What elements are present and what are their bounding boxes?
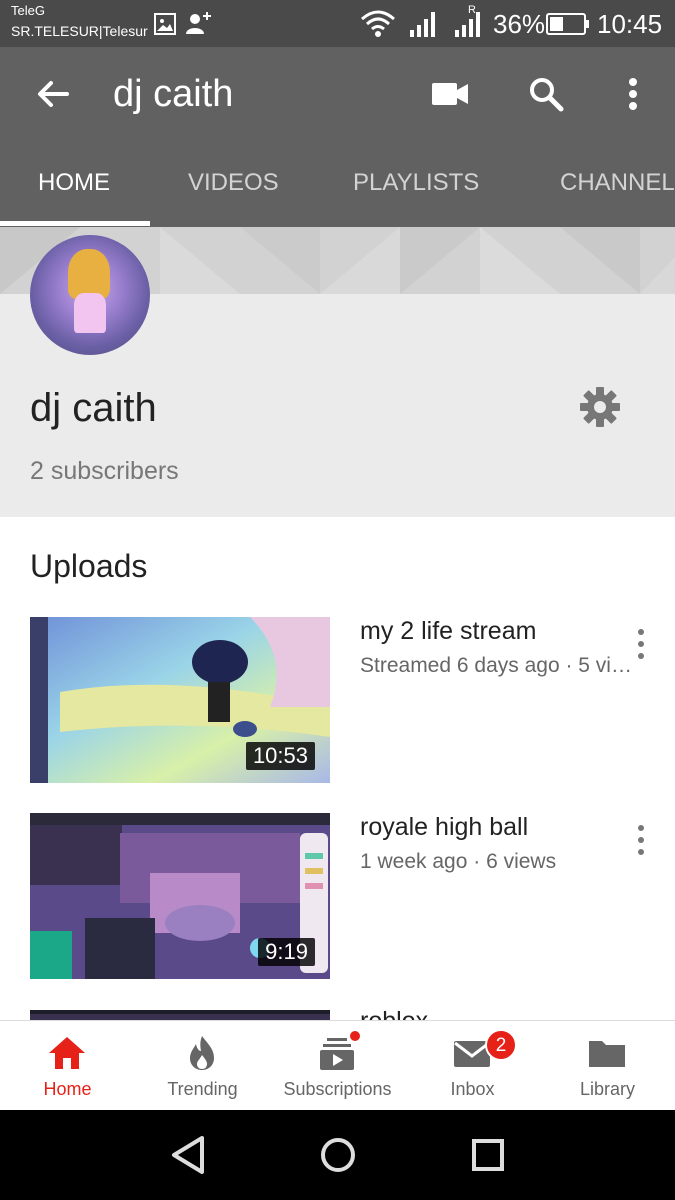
wifi-icon [361, 10, 395, 37]
more-vert-icon[interactable] [626, 627, 656, 661]
video-thumbnail[interactable]: 10:53 [30, 617, 330, 783]
video-title[interactable]: my 2 life stream [360, 617, 536, 646]
search-button[interactable] [524, 72, 568, 116]
video-meta: 1 week ago · 6 views [360, 850, 557, 873]
video-duration: 9:19 [258, 938, 315, 966]
add-contact-icon [186, 12, 211, 34]
bottom-navigation: Home Trending Subscriptions 2 Inbox Libr… [0, 1020, 675, 1110]
flame-icon [190, 1036, 214, 1070]
nav-home[interactable]: Home [0, 1021, 135, 1111]
video-thumbnail[interactable]: 9:19 [30, 813, 330, 979]
gear-icon[interactable] [578, 385, 622, 429]
video-camera-icon [432, 83, 468, 105]
battery-icon [546, 13, 589, 35]
avatar-figure-body [74, 293, 106, 333]
home-icon [49, 1037, 85, 1069]
signal-icon [410, 12, 435, 37]
video-meta: Streamed 6 days ago · 5 views [360, 654, 640, 677]
tab-videos[interactable]: VIDEOS [188, 157, 279, 227]
channel-name: dj caith [30, 386, 157, 430]
video-item[interactable]: 10:53 my 2 life stream Streamed 6 days a… [0, 617, 675, 787]
nav-library[interactable]: Library [540, 1021, 675, 1111]
nav-label: Subscriptions [283, 1079, 392, 1099]
subscriber-count: 2 subscribers [30, 457, 179, 485]
nav-trending[interactable]: Trending [135, 1021, 270, 1111]
tab-playlists[interactable]: PLAYLISTS [353, 157, 479, 227]
nav-label: Inbox [450, 1079, 495, 1099]
tab-channels[interactable]: CHANNELS [560, 157, 675, 227]
battery-percent: 36% [493, 9, 546, 39]
system-navigation-bar [0, 1110, 675, 1200]
recents-square-icon[interactable] [465, 1132, 511, 1178]
video-title[interactable]: royale high ball [360, 813, 528, 842]
back-arrow-icon[interactable] [33, 74, 73, 114]
app-bar-title: dj caith [113, 73, 234, 115]
status-bar: TeleG SR.TELESUR|Telesur R 36% 10:45 [0, 0, 675, 47]
notification-dot [348, 1029, 362, 1043]
avatar-figure-hair [68, 249, 110, 299]
video-duration: 10:53 [245, 742, 315, 770]
more-vert-icon [629, 78, 637, 110]
home-circle-icon[interactable] [315, 1132, 361, 1178]
image-icon [154, 13, 176, 35]
active-tab-indicator [0, 221, 150, 226]
nav-inbox[interactable]: 2 Inbox [405, 1021, 540, 1111]
channel-tabs: HOME VIDEOS PLAYLISTS CHANNELS [0, 157, 675, 227]
folder-icon [589, 1041, 625, 1067]
uploads-heading: Uploads [30, 548, 148, 584]
carrier-network: SR.TELESUR|Telesur [11, 23, 148, 39]
search-icon [530, 78, 564, 112]
clock: 10:45 [597, 9, 663, 39]
nav-subscriptions[interactable]: Subscriptions [270, 1021, 405, 1111]
app-bar: dj caith HOME VIDEOS PLAYLISTS CHANNELS [0, 47, 675, 227]
back-triangle-icon[interactable] [166, 1132, 212, 1178]
more-options-button[interactable] [611, 72, 655, 116]
nav-label: Home [43, 1079, 92, 1099]
carrier-name: TeleG [11, 3, 45, 18]
nav-label: Library [579, 1079, 636, 1099]
nav-label: Trending [167, 1079, 238, 1099]
channel-avatar[interactable] [30, 235, 150, 355]
roaming-signal-icon [455, 12, 480, 37]
inbox-badge: 2 [485, 1029, 517, 1061]
more-vert-icon[interactable] [626, 823, 656, 857]
video-item[interactable]: 9:19 royale high ball 1 week ago · 6 vie… [0, 813, 675, 983]
tab-home[interactable]: HOME [38, 157, 110, 227]
upload-video-button[interactable] [428, 72, 472, 116]
